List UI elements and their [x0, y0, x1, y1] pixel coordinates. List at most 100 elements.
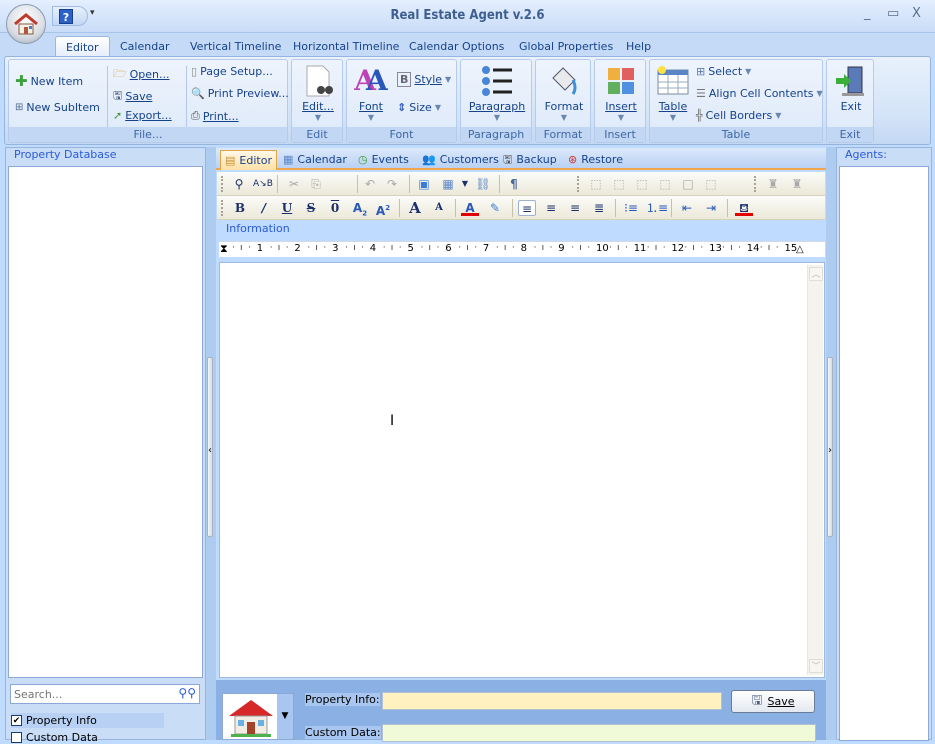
overline-icon[interactable]: 0 [326, 200, 344, 216]
format-button[interactable]: Format ▼ [540, 64, 588, 122]
copy-icon[interactable]: ⎘ [307, 176, 325, 192]
highlight-pen-icon[interactable]: ✎ [486, 200, 504, 216]
print-preview-button[interactable]: 🔍 Print Preview... [191, 87, 289, 100]
print-button[interactable]: ⎙ Print... [191, 109, 239, 123]
new-subitem-button[interactable]: ⊞ New SubItem [15, 101, 100, 114]
insert-row-icon[interactable]: ♜ [764, 176, 782, 192]
editor-vertical-scrollbar[interactable]: ︿ ﹀ [807, 265, 823, 675]
cell-borders-button[interactable]: ╬ Cell Borders ▼ [696, 109, 781, 122]
numbered-list-icon[interactable]: ⒈≡ [646, 200, 668, 216]
new-item-button[interactable]: ✚ New Item [15, 72, 83, 90]
cell-border-bottom-icon[interactable]: ⬚ [656, 176, 674, 192]
doctab-calendar[interactable]: ▦ Calendar [279, 150, 351, 170]
bold-icon[interactable]: B [231, 200, 249, 216]
property-info-field[interactable] [382, 692, 722, 710]
image-dropdown-icon[interactable]: ▼ [277, 694, 293, 739]
doctab-events[interactable]: ◷ Events [354, 150, 413, 170]
tab-horizontal-timeline[interactable]: Horizontal Timeline [283, 36, 409, 57]
shrink-font-icon[interactable]: A [430, 200, 448, 216]
align-right-icon[interactable]: ≡ [566, 200, 584, 216]
tab-help[interactable]: Help [616, 36, 661, 57]
tab-global-properties[interactable]: Global Properties [509, 36, 623, 57]
save-ribbon-button[interactable]: 🖫 Save [113, 87, 152, 106]
align-center-icon[interactable]: ≡ [542, 200, 560, 216]
edit-button[interactable]: Edit... ▼ [298, 64, 338, 122]
application-button[interactable] [6, 4, 46, 44]
insert-table-dropdown-icon[interactable]: ▼ [456, 176, 474, 192]
insert-table-icon[interactable]: ▦ [439, 176, 457, 192]
left-indent-marker-icon[interactable]: ⧗ [220, 242, 228, 256]
tab-calendar-options[interactable]: Calendar Options [399, 36, 514, 57]
tab-vertical-timeline[interactable]: Vertical Timeline [180, 36, 291, 57]
ruler[interactable]: ⧗ · ı · 1 · ı · 2 · ı · 3 · ı · 4 · ı · 5 · ı · 6 · ı · 7 · ı · 8 · ı · 9 · ı… [219, 241, 825, 257]
scroll-up-icon[interactable]: ︿ [809, 267, 823, 281]
page-setup-button[interactable]: ▯ Page Setup... [191, 65, 273, 78]
property-database-tree[interactable] [8, 166, 203, 678]
align-justify-icon[interactable]: ≣ [590, 200, 608, 216]
plus-icon: ✚ [15, 72, 28, 90]
style-button[interactable]: B Style ▼ [397, 72, 451, 87]
cell-border-top-icon[interactable]: ⬚ [633, 176, 651, 192]
hyperlink-icon[interactable]: ⛓ [474, 176, 492, 192]
align-left-icon[interactable]: ≡ [518, 200, 536, 216]
italic-icon[interactable]: / [255, 200, 273, 216]
close-button[interactable]: X [912, 6, 921, 21]
decrease-indent-icon[interactable]: ⇤ [678, 200, 696, 216]
scroll-down-icon[interactable]: ﹀ [809, 659, 823, 673]
insert-image-icon[interactable]: ▣ [415, 176, 433, 192]
save-button[interactable]: 🖫 Save [731, 690, 815, 713]
underline-icon[interactable]: U [278, 200, 296, 216]
undo-icon[interactable]: ↶ [361, 176, 379, 192]
collapse-left-icon[interactable]: ‹ [208, 445, 212, 456]
doctab-editor[interactable]: ▤ Editor [220, 150, 277, 170]
custom-data-checkbox[interactable]: Custom Data [11, 731, 98, 744]
doctab-restore[interactable]: ⊛ Restore [564, 150, 627, 170]
custom-data-field[interactable] [382, 724, 816, 742]
table-button[interactable]: Table ▼ [654, 64, 692, 122]
right-indent-marker-icon[interactable]: △ [796, 244, 804, 255]
export-button[interactable]: ➚ Export... [113, 109, 172, 122]
maximize-button[interactable]: ▭ [887, 6, 899, 21]
paragraph-button[interactable]: Paragraph ▼ [467, 64, 527, 122]
redo-icon[interactable]: ↷ [383, 176, 401, 192]
cell-border-right-icon[interactable]: ⬚ [610, 176, 628, 192]
subscript-icon[interactable]: A2 [351, 200, 369, 217]
search-input[interactable] [11, 685, 179, 703]
increase-indent-icon[interactable]: ⇥ [702, 200, 720, 216]
grow-font-icon[interactable]: A [406, 200, 424, 216]
collapse-right-icon[interactable]: › [828, 445, 832, 456]
file-group-label[interactable]: File... [9, 127, 287, 142]
select-button[interactable]: ⊞ Select ▼ [696, 65, 751, 78]
right-splitter[interactable]: › [826, 147, 836, 740]
find-icon[interactable]: ⚲ [230, 176, 248, 192]
agents-list[interactable] [839, 166, 929, 741]
doctab-customers[interactable]: 👥 Customers [418, 150, 503, 170]
tab-editor[interactable]: Editor [55, 36, 110, 57]
pilcrow-icon[interactable]: ¶ [505, 176, 523, 192]
document-editor[interactable]: I ︿ ﹀ [219, 262, 825, 678]
cell-border-left-icon[interactable]: ⬚ [587, 176, 605, 192]
cell-border-none-icon[interactable]: ⬚ [702, 176, 720, 192]
insert-button[interactable]: Insert ▼ [599, 64, 643, 122]
property-image-button[interactable]: ▼ [222, 693, 294, 740]
doctab-backup[interactable]: 🖫 Backup [499, 150, 561, 170]
cell-border-all-icon[interactable]: □ [679, 176, 697, 192]
align-cell-contents-button[interactable]: ☰ Align Cell Contents ▼ [696, 87, 823, 100]
bullet-list-icon[interactable]: ⁝≡ [622, 200, 640, 216]
left-splitter[interactable]: ‹ [206, 147, 216, 740]
background-color-icon[interactable]: ⛾ [735, 200, 753, 216]
binoculars-search-icon[interactable]: ⚲⚲ [178, 686, 196, 700]
strikethrough-icon[interactable]: S [302, 200, 320, 216]
cut-icon[interactable]: ✂ [285, 176, 303, 192]
replace-icon[interactable]: A↘B [253, 176, 273, 192]
tab-calendar[interactable]: Calendar [110, 36, 179, 57]
font-color-icon[interactable]: A [461, 200, 479, 216]
open-button[interactable]: 🗁 Open... [113, 65, 170, 84]
exit-button[interactable]: Exit [831, 64, 871, 113]
property-info-checkbox[interactable]: ✔ Property Info [11, 713, 164, 728]
superscript-icon[interactable]: A2 [374, 200, 392, 218]
minimize-button[interactable]: _ [864, 6, 871, 21]
font-button[interactable]: AA Font ▼ [351, 64, 391, 122]
insert-column-icon[interactable]: ♜ [788, 176, 806, 192]
size-button[interactable]: ⇕ Size ▼ [397, 101, 441, 114]
